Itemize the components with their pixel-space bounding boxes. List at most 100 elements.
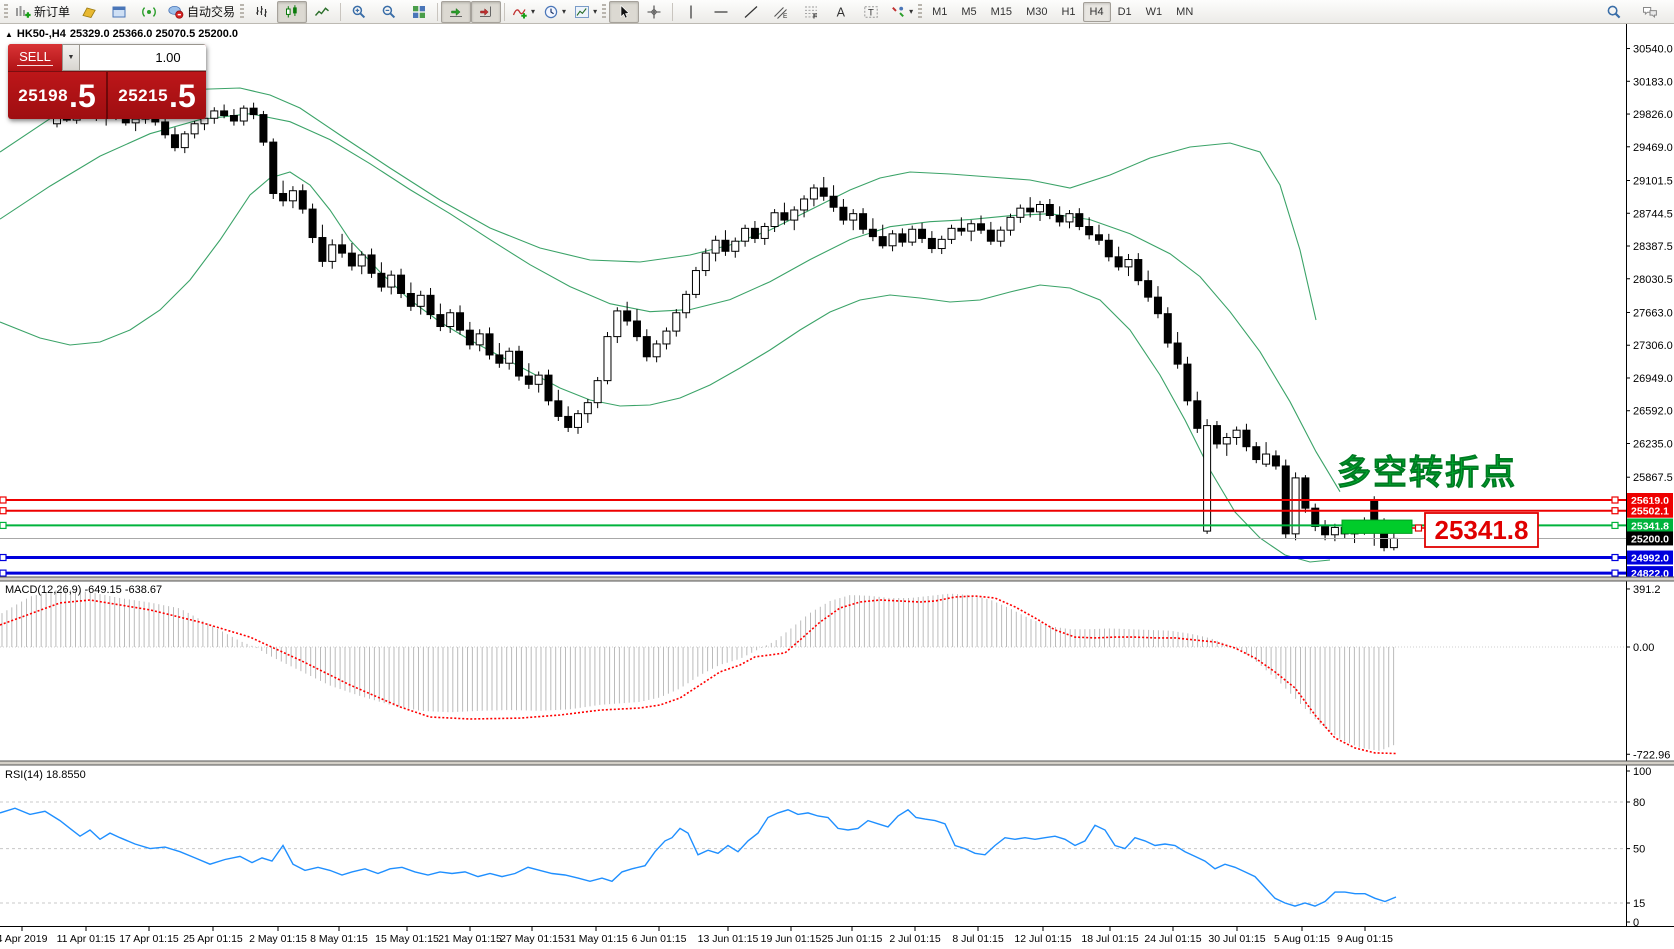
volume-decrease-button[interactable]: ▼ xyxy=(62,44,80,71)
line-handle[interactable] xyxy=(1612,522,1618,528)
svg-text:T: T xyxy=(868,7,874,18)
vertical-line-icon xyxy=(683,4,699,20)
channel-button[interactable]: E xyxy=(766,1,796,23)
bar-chart-button[interactable] xyxy=(247,1,277,23)
line-handle[interactable] xyxy=(0,497,6,503)
buy-price-big: .5 xyxy=(169,80,196,112)
symbol-header: ▲ HK50-,H4 25329.0 25366.0 25070.5 25200… xyxy=(5,28,238,40)
timeframe-button-h1[interactable]: H1 xyxy=(1054,2,1082,22)
zoom-out-icon xyxy=(381,4,397,20)
time-axis-label: 15 May 01:15 xyxy=(375,933,439,945)
chevron-down-icon: ▾ xyxy=(562,8,566,16)
timeframe-button-h4[interactable]: H4 xyxy=(1083,2,1111,22)
cursor-arrow-icon xyxy=(616,4,632,20)
autotrade-label: 自动交易 xyxy=(187,3,235,20)
svg-text:25200.0: 25200.0 xyxy=(1631,533,1669,545)
trendline-icon xyxy=(743,4,759,20)
toolbar-grip[interactable] xyxy=(240,4,244,20)
timeframe-button-w1[interactable]: W1 xyxy=(1139,2,1170,22)
rsi-label: RSI(14) 18.8550 xyxy=(5,769,86,781)
toolbar-grip[interactable] xyxy=(4,4,8,20)
text-label-icon: T xyxy=(863,4,879,20)
auto-scroll-button[interactable] xyxy=(441,1,471,23)
indicators-button[interactable]: ▾ xyxy=(508,1,539,23)
chart-shift-button[interactable] xyxy=(471,1,501,23)
macd-label: MACD(12,26,9) -649.15 -638.67 xyxy=(5,584,162,596)
line-handle[interactable] xyxy=(1612,508,1618,514)
zoom-in-button[interactable] xyxy=(344,1,374,23)
text-label-button[interactable]: T xyxy=(856,1,886,23)
line-handle[interactable] xyxy=(0,522,6,528)
signals-button[interactable] xyxy=(134,1,164,23)
annotation-text[interactable]: 多空转折点 xyxy=(1337,454,1517,492)
line-handle[interactable] xyxy=(0,570,6,576)
candlestick-chart-button[interactable] xyxy=(277,1,307,23)
svg-text:15: 15 xyxy=(1633,898,1645,910)
sell-button[interactable]: SELL xyxy=(8,44,62,71)
market-depth-button[interactable] xyxy=(74,1,104,23)
toolbar-grip[interactable] xyxy=(918,4,922,20)
timeframe-button-d1[interactable]: D1 xyxy=(1111,2,1139,22)
signals-icon xyxy=(141,4,157,20)
chat-button[interactable] xyxy=(1635,1,1665,23)
svg-text:F: F xyxy=(813,13,818,20)
new-order-button[interactable]: 新订单 xyxy=(11,1,74,23)
text-icon: A xyxy=(833,4,849,20)
horizontal-line-button[interactable] xyxy=(706,1,736,23)
time-axis-label: 12 Jul 01:15 xyxy=(1014,933,1071,945)
svg-text:29101.5: 29101.5 xyxy=(1633,176,1673,188)
time-axis-label: 9 Aug 01:15 xyxy=(1337,933,1393,945)
templates-button[interactable]: ▾ xyxy=(570,1,601,23)
line-handle[interactable] xyxy=(1612,497,1618,503)
sell-price[interactable]: 25198 .5 xyxy=(8,72,108,119)
svg-text:25341.8: 25341.8 xyxy=(1631,520,1669,532)
green-highlight-rectangle[interactable] xyxy=(1342,520,1412,533)
indicators-icon xyxy=(512,4,528,20)
panel-separator[interactable] xyxy=(0,762,1674,765)
time-axis-label: 25 Jun 01:15 xyxy=(822,933,883,945)
arrows-button[interactable]: ▾ xyxy=(886,1,917,23)
time-axis-label: 30 Jul 01:15 xyxy=(1208,933,1265,945)
line-handle[interactable] xyxy=(1612,570,1618,576)
collapse-arrow-icon[interactable]: ▲ xyxy=(5,30,13,39)
fibonacci-button[interactable]: F xyxy=(796,1,826,23)
timeframe-button-m5[interactable]: M5 xyxy=(954,2,983,22)
metaeditor-button[interactable] xyxy=(104,1,134,23)
time-axis-label: 31 May 01:15 xyxy=(564,933,628,945)
candlestick-icon xyxy=(284,4,300,20)
main-chart[interactable]: 25341.8多空转折点30540.030183.029826.029469.0… xyxy=(0,0,1674,949)
line-handle[interactable] xyxy=(1612,555,1618,561)
time-axis-label: 4 Apr 2019 xyxy=(0,933,48,945)
one-click-trading-panel: SELL ▼ ▲ BUY 25198 .5 25215 .5 xyxy=(8,44,206,119)
panel-separator[interactable] xyxy=(0,578,1674,581)
svg-text:27663.0: 27663.0 xyxy=(1633,307,1673,319)
buy-price[interactable]: 25215 .5 xyxy=(108,72,206,119)
svg-text:26949.0: 26949.0 xyxy=(1633,373,1673,385)
timeframe-button-m30[interactable]: M30 xyxy=(1019,2,1054,22)
trendline-button[interactable] xyxy=(736,1,766,23)
arrow-objects-icon xyxy=(890,4,906,20)
line-handle[interactable] xyxy=(0,508,6,514)
line-handle[interactable] xyxy=(0,555,6,561)
svg-text:50: 50 xyxy=(1633,844,1645,856)
zoom-out-button[interactable] xyxy=(374,1,404,23)
timeframe-button-m1[interactable]: M1 xyxy=(925,2,954,22)
line-chart-button[interactable] xyxy=(307,1,337,23)
timeframe-button-m15[interactable]: M15 xyxy=(984,2,1019,22)
market-depth-icon xyxy=(81,4,97,20)
search-button[interactable] xyxy=(1599,1,1629,23)
callout-handle[interactable] xyxy=(1416,525,1422,531)
periods-button[interactable]: ▾ xyxy=(539,1,570,23)
autotrade-button[interactable]: 自动交易 xyxy=(164,1,239,23)
text-button[interactable]: A xyxy=(826,1,856,23)
timeframe-button-mn[interactable]: MN xyxy=(1169,2,1200,22)
cursor-button[interactable] xyxy=(609,1,639,23)
svg-text:E: E xyxy=(783,13,788,20)
tile-windows-button[interactable] xyxy=(404,1,434,23)
vertical-line-button[interactable] xyxy=(676,1,706,23)
crosshair-button[interactable] xyxy=(639,1,669,23)
toolbar-grip[interactable] xyxy=(602,4,606,20)
toolbar-separator xyxy=(504,3,505,21)
volume-input[interactable] xyxy=(80,44,206,71)
template-icon xyxy=(574,4,590,20)
